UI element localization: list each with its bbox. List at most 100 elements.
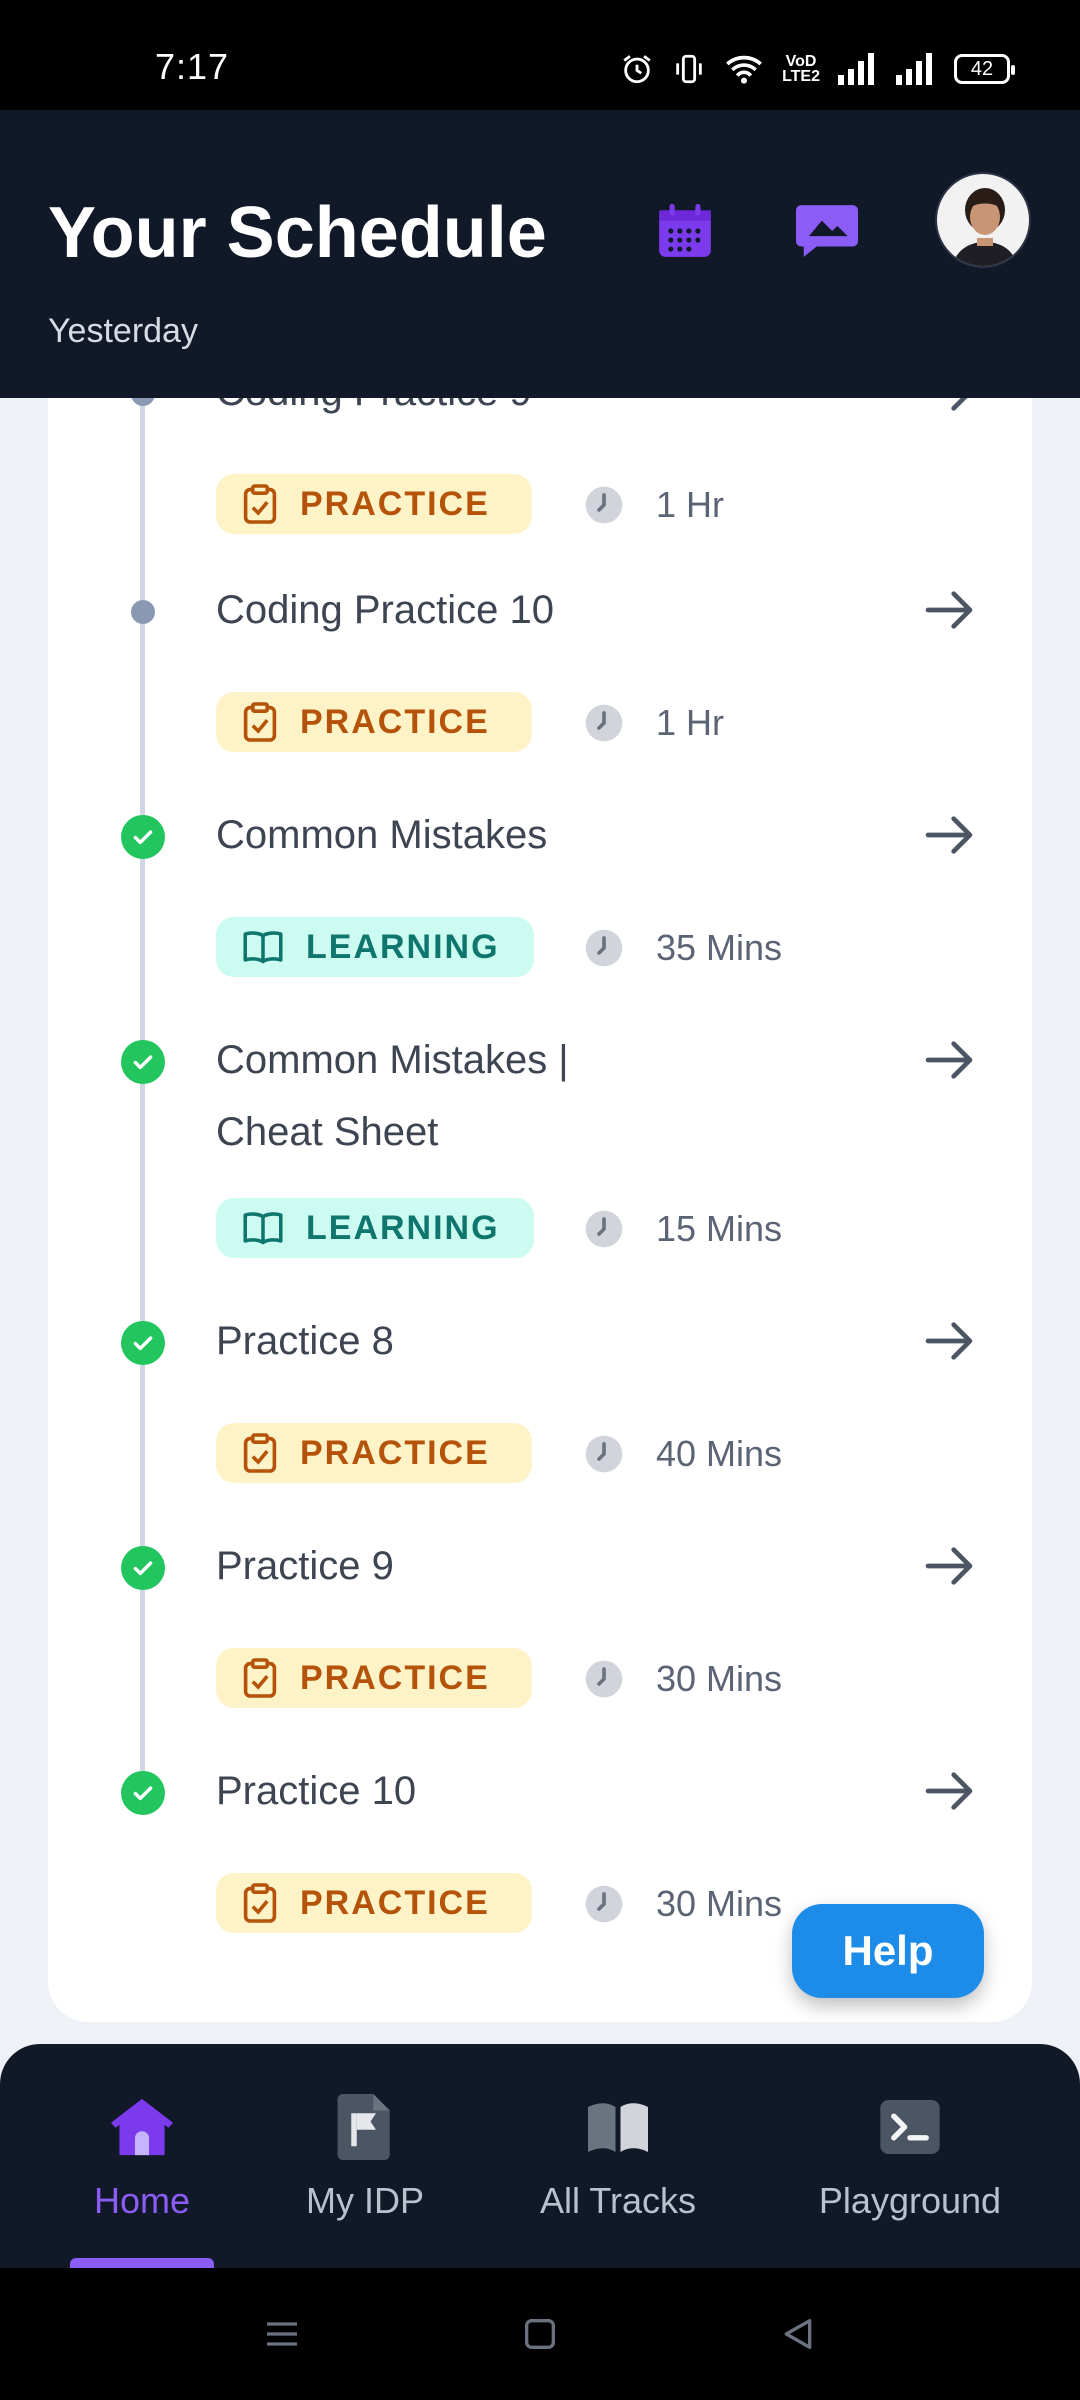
active-tab-indicator — [70, 2258, 214, 2268]
app-header: Your Schedule Yesterday — [0, 110, 1080, 398]
duration-label: 30 Mins — [656, 1883, 783, 1924]
terminal-icon — [880, 2100, 940, 2154]
clipboard-check-icon — [243, 1883, 277, 1923]
battery-icon: 42 — [954, 54, 1015, 84]
signal-icon — [838, 53, 874, 85]
signal-icon-2 — [896, 53, 932, 85]
arrow-right-icon[interactable] — [921, 1763, 977, 1819]
chat-button[interactable] — [792, 196, 862, 266]
arrow-right-icon[interactable] — [921, 398, 977, 420]
check-circle-icon — [121, 1321, 165, 1365]
check-circle-icon — [121, 815, 165, 859]
nav-my-idp[interactable]: My IDP — [290, 2092, 440, 2222]
badge-label: PRACTICE — [300, 702, 490, 741]
practice-badge: PRACTICE — [216, 1873, 532, 1933]
duration-label: 1 Hr — [656, 484, 725, 525]
badge-label: PRACTICE — [300, 484, 490, 523]
item-title: Common Mistakes — [216, 813, 548, 857]
clock-icon — [585, 1210, 623, 1248]
status-bar: 7:17 VoD LTE2 42 — [0, 0, 1080, 110]
learning-badge: LEARNING — [216, 917, 534, 977]
duration-label: 35 Mins — [656, 927, 783, 968]
badge-label: PRACTICE — [300, 1433, 490, 1472]
arrow-right-icon[interactable] — [921, 582, 977, 638]
check-circle-icon — [121, 1771, 165, 1815]
practice-badge: PRACTICE — [216, 1648, 532, 1708]
avatar[interactable] — [935, 172, 1031, 268]
practice-badge: PRACTICE — [216, 692, 532, 752]
duration: 35 Mins — [584, 927, 782, 969]
duration-label: 15 Mins — [656, 1208, 783, 1249]
nav-label: All Tracks — [539, 2180, 697, 2221]
pending-dot-icon — [131, 600, 155, 624]
duration: 40 Mins — [584, 1433, 782, 1475]
clock-icon — [585, 1885, 623, 1923]
clock-icon — [585, 1660, 623, 1698]
book-open-icon — [243, 931, 283, 964]
item-title: Common Mistakes | Cheat Sheet — [216, 1038, 569, 1154]
pending-dot-icon — [131, 398, 155, 406]
clipboard-check-icon — [243, 484, 277, 524]
duration: 1 Hr — [584, 484, 724, 526]
duration: 30 Mins — [584, 1883, 782, 1925]
clock-icon — [585, 1435, 623, 1473]
home-icon — [111, 2098, 173, 2156]
date-label[interactable]: Yesterday — [48, 312, 198, 351]
system-nav-bar — [0, 2268, 1080, 2400]
badge-label: LEARNING — [306, 1208, 500, 1247]
item-title: Practice 8 — [216, 1319, 394, 1363]
book-icon — [588, 2103, 648, 2152]
duration-label: 40 Mins — [656, 1433, 783, 1474]
check-circle-icon — [121, 1040, 165, 1084]
learning-badge: LEARNING — [216, 1198, 534, 1258]
clock-icon — [585, 704, 623, 742]
chat-icon — [796, 205, 858, 257]
alarm-icon — [623, 55, 651, 84]
help-button[interactable]: Help — [792, 1904, 984, 1998]
nav-all-tracks[interactable]: All Tracks — [528, 2092, 708, 2222]
item-title: Practice 10 — [216, 1769, 417, 1813]
bottom-nav: Home My IDP All Tracks Playground — [0, 2044, 1080, 2268]
arrow-right-icon[interactable] — [921, 1538, 977, 1594]
arrow-right-icon[interactable] — [921, 1313, 977, 1369]
network-type-label: VoD LTE2 — [782, 53, 820, 85]
item-title: Coding Practice 10 — [216, 588, 554, 632]
status-icons: VoD LTE2 42 — [620, 52, 1015, 86]
clipboard-check-icon — [243, 1433, 277, 1473]
practice-badge: PRACTICE — [216, 1423, 532, 1483]
page-title: Your Schedule — [48, 193, 547, 273]
nav-playground[interactable]: Playground — [810, 2092, 1010, 2222]
badge-label: PRACTICE — [300, 1658, 490, 1697]
calendar-button[interactable] — [650, 196, 720, 266]
calendar-icon — [659, 203, 711, 257]
book-open-icon — [243, 1212, 283, 1245]
arrow-right-icon[interactable] — [921, 1032, 977, 1088]
home-square-icon[interactable] — [520, 2314, 560, 2354]
clipboard-check-icon — [243, 1658, 277, 1698]
clock-icon — [585, 929, 623, 967]
menu-icon[interactable] — [262, 2314, 302, 2354]
duration: 15 Mins — [584, 1208, 782, 1250]
duration: 30 Mins — [584, 1658, 782, 1700]
duration-label: 30 Mins — [656, 1658, 783, 1699]
check-circle-icon — [121, 1546, 165, 1590]
wifi-icon — [726, 55, 762, 84]
schedule-card: Coding Practice 9 PRACTICE 1 Hr Coding P… — [48, 398, 1032, 2022]
badge-label: LEARNING — [306, 927, 500, 966]
clock-icon — [585, 486, 623, 524]
nav-label: My IDP — [305, 2180, 424, 2221]
item-title: Practice 9 — [216, 1544, 394, 1588]
practice-badge: PRACTICE — [216, 474, 532, 534]
item-title: Coding Practice 9 — [216, 398, 776, 428]
back-triangle-icon[interactable] — [778, 2314, 818, 2354]
duration: 1 Hr — [584, 702, 724, 744]
clipboard-check-icon — [243, 702, 277, 742]
duration-label: 1 Hr — [656, 702, 725, 743]
status-time: 7:17 — [155, 46, 230, 87]
badge-label: PRACTICE — [300, 1883, 490, 1922]
nav-label: Playground — [818, 2180, 1002, 2221]
flag-document-icon — [337, 2094, 390, 2160]
nav-label: Home — [93, 2180, 191, 2221]
nav-home[interactable]: Home — [72, 2092, 212, 2222]
arrow-right-icon[interactable] — [921, 807, 977, 863]
